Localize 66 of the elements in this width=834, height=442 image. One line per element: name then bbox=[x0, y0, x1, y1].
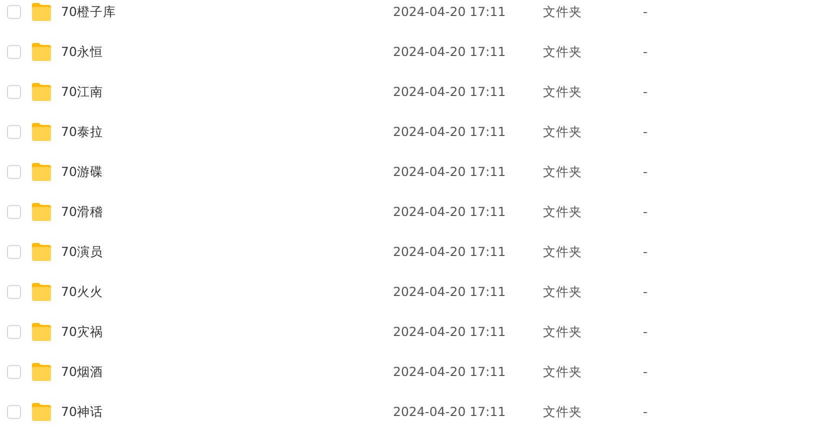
row-checkbox[interactable] bbox=[7, 5, 21, 19]
modified-date: 2024-04-20 17:11 bbox=[393, 362, 507, 381]
file-size: - bbox=[643, 82, 648, 101]
modified-date: 2024-04-20 17:11 bbox=[393, 42, 507, 61]
folder-icon bbox=[31, 3, 52, 21]
row-checkbox[interactable] bbox=[7, 325, 21, 339]
folder-icon bbox=[31, 43, 52, 61]
row-checkbox[interactable] bbox=[7, 405, 21, 419]
folder-name[interactable]: 70演员 bbox=[61, 242, 393, 262]
modified-date: 2024-04-20 17:11 bbox=[393, 282, 507, 301]
folder-icon bbox=[31, 283, 52, 301]
folder-name[interactable]: 70游碟 bbox=[61, 162, 393, 182]
modified-date: 2024-04-20 17:11 bbox=[393, 202, 507, 221]
row-checkbox[interactable] bbox=[7, 285, 21, 299]
file-type: 文件夹 bbox=[543, 162, 583, 181]
folder-icon bbox=[31, 403, 52, 421]
file-type: 文件夹 bbox=[543, 122, 583, 141]
file-size: - bbox=[643, 162, 648, 181]
file-size: - bbox=[643, 122, 648, 141]
file-size: - bbox=[643, 202, 648, 221]
folder-icon bbox=[31, 323, 52, 341]
folder-name[interactable]: 70江南 bbox=[61, 82, 393, 102]
row-checkbox[interactable] bbox=[7, 45, 21, 59]
row-checkbox[interactable] bbox=[7, 85, 21, 99]
modified-date: 2024-04-20 17:11 bbox=[393, 162, 507, 181]
file-size: - bbox=[643, 282, 648, 301]
folder-icon bbox=[31, 363, 52, 381]
row-checkbox[interactable] bbox=[7, 365, 21, 379]
file-type: 文件夹 bbox=[543, 362, 583, 381]
folder-icon bbox=[31, 123, 52, 141]
folder-icon bbox=[31, 163, 52, 181]
file-type: 文件夹 bbox=[543, 202, 583, 221]
file-type: 文件夹 bbox=[543, 242, 583, 261]
modified-date: 2024-04-20 17:11 bbox=[393, 402, 507, 421]
file-type: 文件夹 bbox=[543, 82, 583, 101]
file-size: - bbox=[643, 2, 648, 21]
folder-name[interactable]: 70烟酒 bbox=[61, 362, 393, 382]
folder-name[interactable]: 70灾祸 bbox=[61, 322, 393, 342]
folder-name[interactable]: 70滑稽 bbox=[61, 202, 393, 222]
row-checkbox[interactable] bbox=[7, 125, 21, 139]
folder-name[interactable]: 70神话 bbox=[61, 402, 393, 422]
row-checkbox[interactable] bbox=[7, 205, 21, 219]
folder-name[interactable]: 70火火 bbox=[61, 282, 393, 302]
file-size: - bbox=[643, 402, 648, 421]
folder-icon bbox=[31, 203, 52, 221]
file-size: - bbox=[643, 362, 648, 381]
modified-date: 2024-04-20 17:11 bbox=[393, 122, 507, 141]
file-size: - bbox=[643, 42, 648, 61]
row-checkbox[interactable] bbox=[7, 245, 21, 259]
folder-name[interactable]: 70永恒 bbox=[61, 42, 393, 62]
folder-name[interactable]: 70橙子库 bbox=[61, 2, 393, 22]
folder-icon bbox=[31, 243, 52, 261]
modified-date: 2024-04-20 17:11 bbox=[393, 2, 507, 21]
file-type: 文件夹 bbox=[543, 282, 583, 301]
file-type: 文件夹 bbox=[543, 402, 583, 421]
file-size: - bbox=[643, 242, 648, 261]
folder-icon bbox=[31, 83, 52, 101]
modified-date: 2024-04-20 17:11 bbox=[393, 82, 507, 101]
file-type: 文件夹 bbox=[543, 2, 583, 21]
folder-name[interactable]: 70泰拉 bbox=[61, 122, 393, 142]
file-type: 文件夹 bbox=[543, 42, 583, 61]
modified-date: 2024-04-20 17:11 bbox=[393, 322, 507, 341]
row-checkbox[interactable] bbox=[7, 165, 21, 179]
file-size: - bbox=[643, 322, 648, 341]
modified-date: 2024-04-20 17:11 bbox=[393, 242, 507, 261]
file-type: 文件夹 bbox=[543, 322, 583, 341]
